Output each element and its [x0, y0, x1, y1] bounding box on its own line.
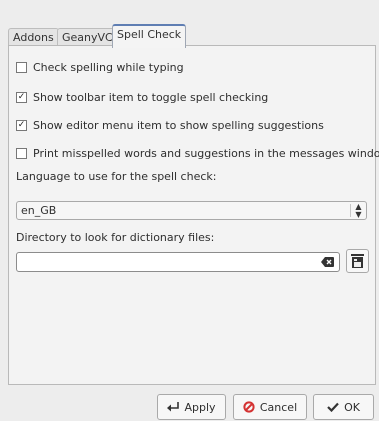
option-label: Show toolbar item to toggle spell checki…	[33, 91, 269, 104]
tab-spell-check[interactable]: Spell Check	[112, 24, 187, 48]
directory-entry[interactable]	[16, 252, 340, 272]
checkbox[interactable]	[16, 62, 27, 73]
ok-button[interactable]: OK	[313, 394, 374, 420]
directory-input[interactable]	[21, 255, 311, 269]
clear-text-icon[interactable]	[321, 257, 334, 267]
directory-label: Directory to look for dictionary files:	[16, 231, 215, 244]
option-check-while-typing[interactable]: Check spelling while typing	[16, 61, 184, 74]
language-label: Language to use for the spell check:	[16, 170, 217, 183]
apply-button[interactable]: Apply	[157, 394, 226, 420]
ok-label: OK	[344, 400, 360, 414]
tab-addons[interactable]: Addons	[8, 28, 59, 46]
option-label: Print misspelled words and suggestions i…	[33, 147, 379, 160]
cancel-icon	[243, 401, 255, 413]
cancel-label: Cancel	[259, 400, 298, 414]
checkmark-icon	[327, 402, 339, 412]
checkbox[interactable]	[16, 148, 27, 159]
checkbox[interactable]: ✓	[16, 92, 27, 103]
language-select[interactable]: en_GB ▲ ▼	[16, 201, 367, 220]
option-toolbar-item[interactable]: ✓ Show toolbar item to toggle spell chec…	[16, 91, 268, 104]
language-value: en_GB	[21, 204, 57, 217]
checkbox[interactable]: ✓	[16, 120, 27, 131]
folder-icon	[351, 254, 364, 268]
option-label: Show editor menu item to show spelling s…	[33, 119, 324, 132]
apply-arrow-icon	[167, 402, 180, 412]
option-print-misspelled[interactable]: Print misspelled words and suggestions i…	[16, 147, 379, 160]
option-editor-menu-item[interactable]: ✓ Show editor menu item to show spelling…	[16, 119, 324, 132]
apply-label: Apply	[184, 400, 216, 414]
combo-arrows-icon: ▲ ▼	[355, 201, 362, 219]
cancel-button[interactable]: Cancel	[233, 394, 307, 420]
browse-directory-button[interactable]	[346, 249, 369, 273]
option-label: Check spelling while typing	[33, 61, 184, 74]
tab-geanyvc[interactable]: GeanyVC	[57, 28, 118, 46]
